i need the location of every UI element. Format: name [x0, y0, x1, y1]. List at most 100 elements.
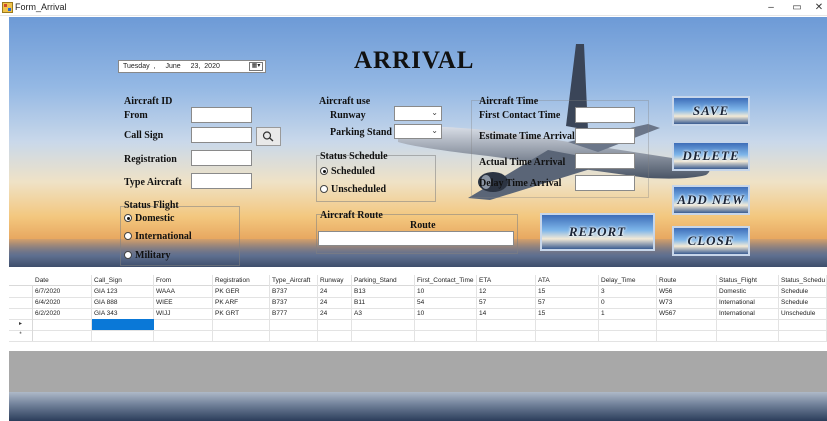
close-window-button[interactable]: ✕	[805, 1, 827, 15]
table-cell[interactable]: 24	[318, 308, 352, 319]
column-header[interactable]: ATA	[536, 275, 599, 286]
table-cell[interactable]: 1	[599, 308, 657, 319]
parking-stand-combo[interactable]: ⌄	[394, 124, 442, 139]
search-button[interactable]	[256, 127, 281, 146]
table-cell[interactable]	[352, 319, 415, 330]
table-cell[interactable]: International	[717, 297, 779, 308]
table-cell[interactable]	[270, 330, 318, 341]
table-cell[interactable]: WAAA	[154, 286, 213, 297]
table-cell[interactable]: A3	[352, 308, 415, 319]
column-header[interactable]: From	[154, 275, 213, 286]
table-cell[interactable]	[779, 319, 827, 330]
table-cell[interactable]	[599, 330, 657, 341]
table-cell[interactable]	[352, 330, 415, 341]
table-cell[interactable]	[657, 330, 717, 341]
table-cell[interactable]: B777	[270, 308, 318, 319]
table-cell[interactable]	[477, 319, 536, 330]
table-cell[interactable]	[657, 319, 717, 330]
first-contact-input[interactable]	[575, 107, 635, 123]
delete-button[interactable]: DELETE	[672, 141, 750, 171]
from-input[interactable]	[191, 107, 252, 123]
table-cell[interactable]: W56	[657, 286, 717, 297]
table-cell[interactable]: 12	[477, 286, 536, 297]
table-cell[interactable]: 24	[318, 297, 352, 308]
column-header[interactable]: Status_Schedu	[779, 275, 827, 286]
column-header[interactable]: Call_Sign	[92, 275, 154, 286]
row-header[interactable]	[9, 308, 33, 319]
table-cell[interactable]: Schedule	[779, 286, 827, 297]
table-cell[interactable]	[318, 319, 352, 330]
table-cell[interactable]: 24	[318, 286, 352, 297]
table-cell[interactable]	[318, 330, 352, 341]
type-aircraft-input[interactable]	[191, 173, 252, 189]
column-header[interactable]: Registration	[213, 275, 270, 286]
column-header[interactable]: Route	[657, 275, 717, 286]
table-cell[interactable]: GIA 123	[92, 286, 154, 297]
table-cell[interactable]: 6/7/2020	[33, 286, 92, 297]
actual-input[interactable]	[575, 153, 635, 169]
column-header[interactable]: Runway	[318, 275, 352, 286]
table-cell[interactable]	[154, 319, 213, 330]
table-cell[interactable]: 15	[536, 286, 599, 297]
table-cell[interactable]: Unschedule	[779, 308, 827, 319]
table-cell[interactable]: B13	[352, 286, 415, 297]
table-cell[interactable]: 3	[599, 286, 657, 297]
column-header[interactable]: Parking_Stand	[352, 275, 415, 286]
table-cell[interactable]: 54	[415, 297, 477, 308]
table-cell[interactable]: International	[717, 308, 779, 319]
table-cell[interactable]	[33, 330, 92, 341]
estimate-input[interactable]	[575, 128, 635, 144]
table-cell[interactable]	[415, 319, 477, 330]
column-header[interactable]: Date	[33, 275, 92, 286]
table-cell[interactable]: W567	[657, 308, 717, 319]
route-input[interactable]	[318, 231, 514, 246]
table-cell[interactable]	[717, 319, 779, 330]
table-cell[interactable]: B11	[352, 297, 415, 308]
table-cell[interactable]: B737	[270, 286, 318, 297]
table-cell[interactable]: 14	[477, 308, 536, 319]
table-cell[interactable]: PK GER	[213, 286, 270, 297]
row-header[interactable]: *	[9, 330, 33, 341]
table-cell[interactable]	[599, 319, 657, 330]
add-new-button[interactable]: ADD NEW	[672, 185, 750, 215]
table-cell[interactable]	[717, 330, 779, 341]
report-button[interactable]: REPORT	[540, 213, 655, 251]
table-cell[interactable]: Domestic	[717, 286, 779, 297]
table-cell[interactable]	[477, 330, 536, 341]
table-cell[interactable]: GIA 888	[92, 297, 154, 308]
table-cell[interactable]: PK GRT	[213, 308, 270, 319]
table-cell[interactable]	[154, 330, 213, 341]
minimize-button[interactable]: –	[757, 1, 785, 15]
selected-cell[interactable]	[92, 319, 154, 330]
column-header[interactable]: ETA	[477, 275, 536, 286]
table-cell[interactable]: 10	[415, 308, 477, 319]
table-cell[interactable]: GIA 343	[92, 308, 154, 319]
date-picker[interactable]: Tuesday , June 23, 2020 ▦▾	[118, 60, 266, 73]
table-cell[interactable]: 57	[536, 297, 599, 308]
table-cell[interactable]: 6/4/2020	[33, 297, 92, 308]
table-cell[interactable]	[415, 330, 477, 341]
close-button[interactable]: CLOSE	[672, 226, 750, 256]
table-cell[interactable]: 57	[477, 297, 536, 308]
save-button[interactable]: SAVE	[672, 96, 750, 126]
call-sign-input[interactable]	[191, 127, 252, 143]
arrival-data-grid[interactable]: Date Call_Sign From Registration Type_Aircra…	[9, 275, 827, 351]
radio-military[interactable]: Military	[124, 250, 171, 261]
table-cell[interactable]	[779, 330, 827, 341]
table-cell[interactable]	[213, 330, 270, 341]
row-header[interactable]	[9, 286, 33, 297]
delay-input[interactable]	[575, 175, 635, 191]
table-cell[interactable]: PK ARF	[213, 297, 270, 308]
radio-international[interactable]: International	[124, 231, 192, 242]
row-header[interactable]: ▸	[9, 319, 33, 330]
table-cell[interactable]	[536, 319, 599, 330]
table-cell[interactable]: WIEE	[154, 297, 213, 308]
column-header[interactable]: First_Contact_Time	[415, 275, 477, 286]
column-header[interactable]: Status_Flight	[717, 275, 779, 286]
table-cell[interactable]	[536, 330, 599, 341]
column-header[interactable]: Type_Aircraft	[270, 275, 318, 286]
table-cell[interactable]: 0	[599, 297, 657, 308]
radio-scheduled[interactable]: Scheduled	[320, 166, 375, 177]
table-cell[interactable]	[213, 319, 270, 330]
table-cell[interactable]	[270, 319, 318, 330]
